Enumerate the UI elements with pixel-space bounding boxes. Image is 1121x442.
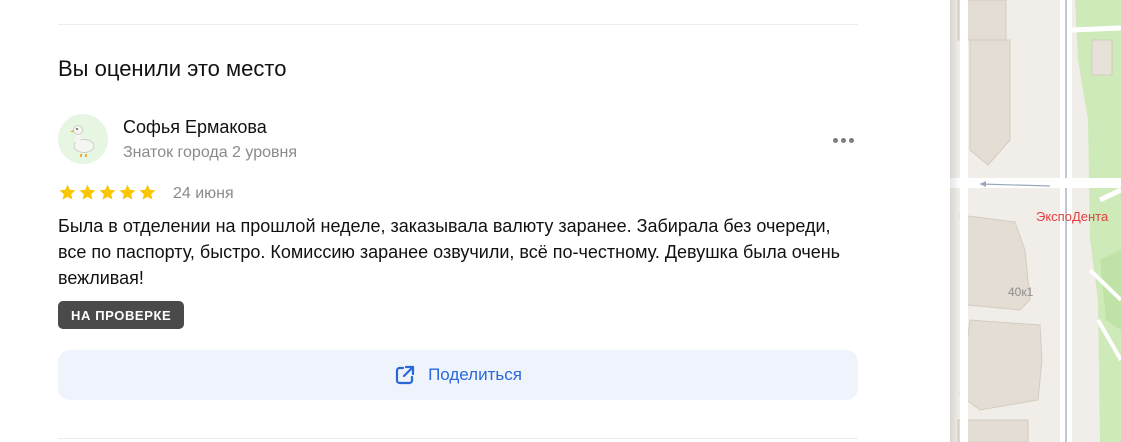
- share-label: Поделиться: [428, 365, 522, 384]
- more-dot-icon: [840, 137, 846, 143]
- review-text: Была в отделении на прошлой неделе, зака…: [58, 216, 841, 288]
- review-date: 24 июня: [173, 185, 234, 202]
- share-button[interactable]: Поделиться: [58, 350, 858, 400]
- more-dot-icon: [848, 137, 854, 143]
- top-divider: [58, 24, 858, 25]
- map-poi-label[interactable]: ЭкспоДента: [1036, 209, 1109, 224]
- map-canvas: ЭкспоДента 40к1: [950, 0, 1121, 442]
- rating-stars: [58, 183, 157, 202]
- author-level: Знаток города 2 уровня: [123, 144, 298, 161]
- star-icon: [79, 184, 96, 200]
- star-icon: [99, 184, 116, 200]
- star-icon: [59, 184, 76, 200]
- more-options-button[interactable]: [826, 128, 860, 152]
- map-shadow: [950, 0, 960, 442]
- more-dot-icon: [832, 137, 838, 143]
- star-icon: [119, 184, 136, 200]
- section-title: Вы оценили это место: [58, 56, 287, 81]
- status-badge: НА ПРОВЕРКЕ: [58, 301, 185, 329]
- map-building-label: 40к1: [1008, 285, 1034, 299]
- author-name[interactable]: Софья Ермакова: [123, 117, 267, 138]
- goose-icon: [70, 125, 95, 157]
- star-icon: [139, 184, 156, 200]
- avatar[interactable]: [58, 114, 108, 164]
- share-icon: [395, 365, 415, 385]
- bottom-divider: [58, 438, 858, 439]
- map[interactable]: ЭкспоДента 40к1: [950, 0, 1121, 442]
- review-panel: Вы оценили это место Софья Ермакова Знат…: [0, 0, 950, 442]
